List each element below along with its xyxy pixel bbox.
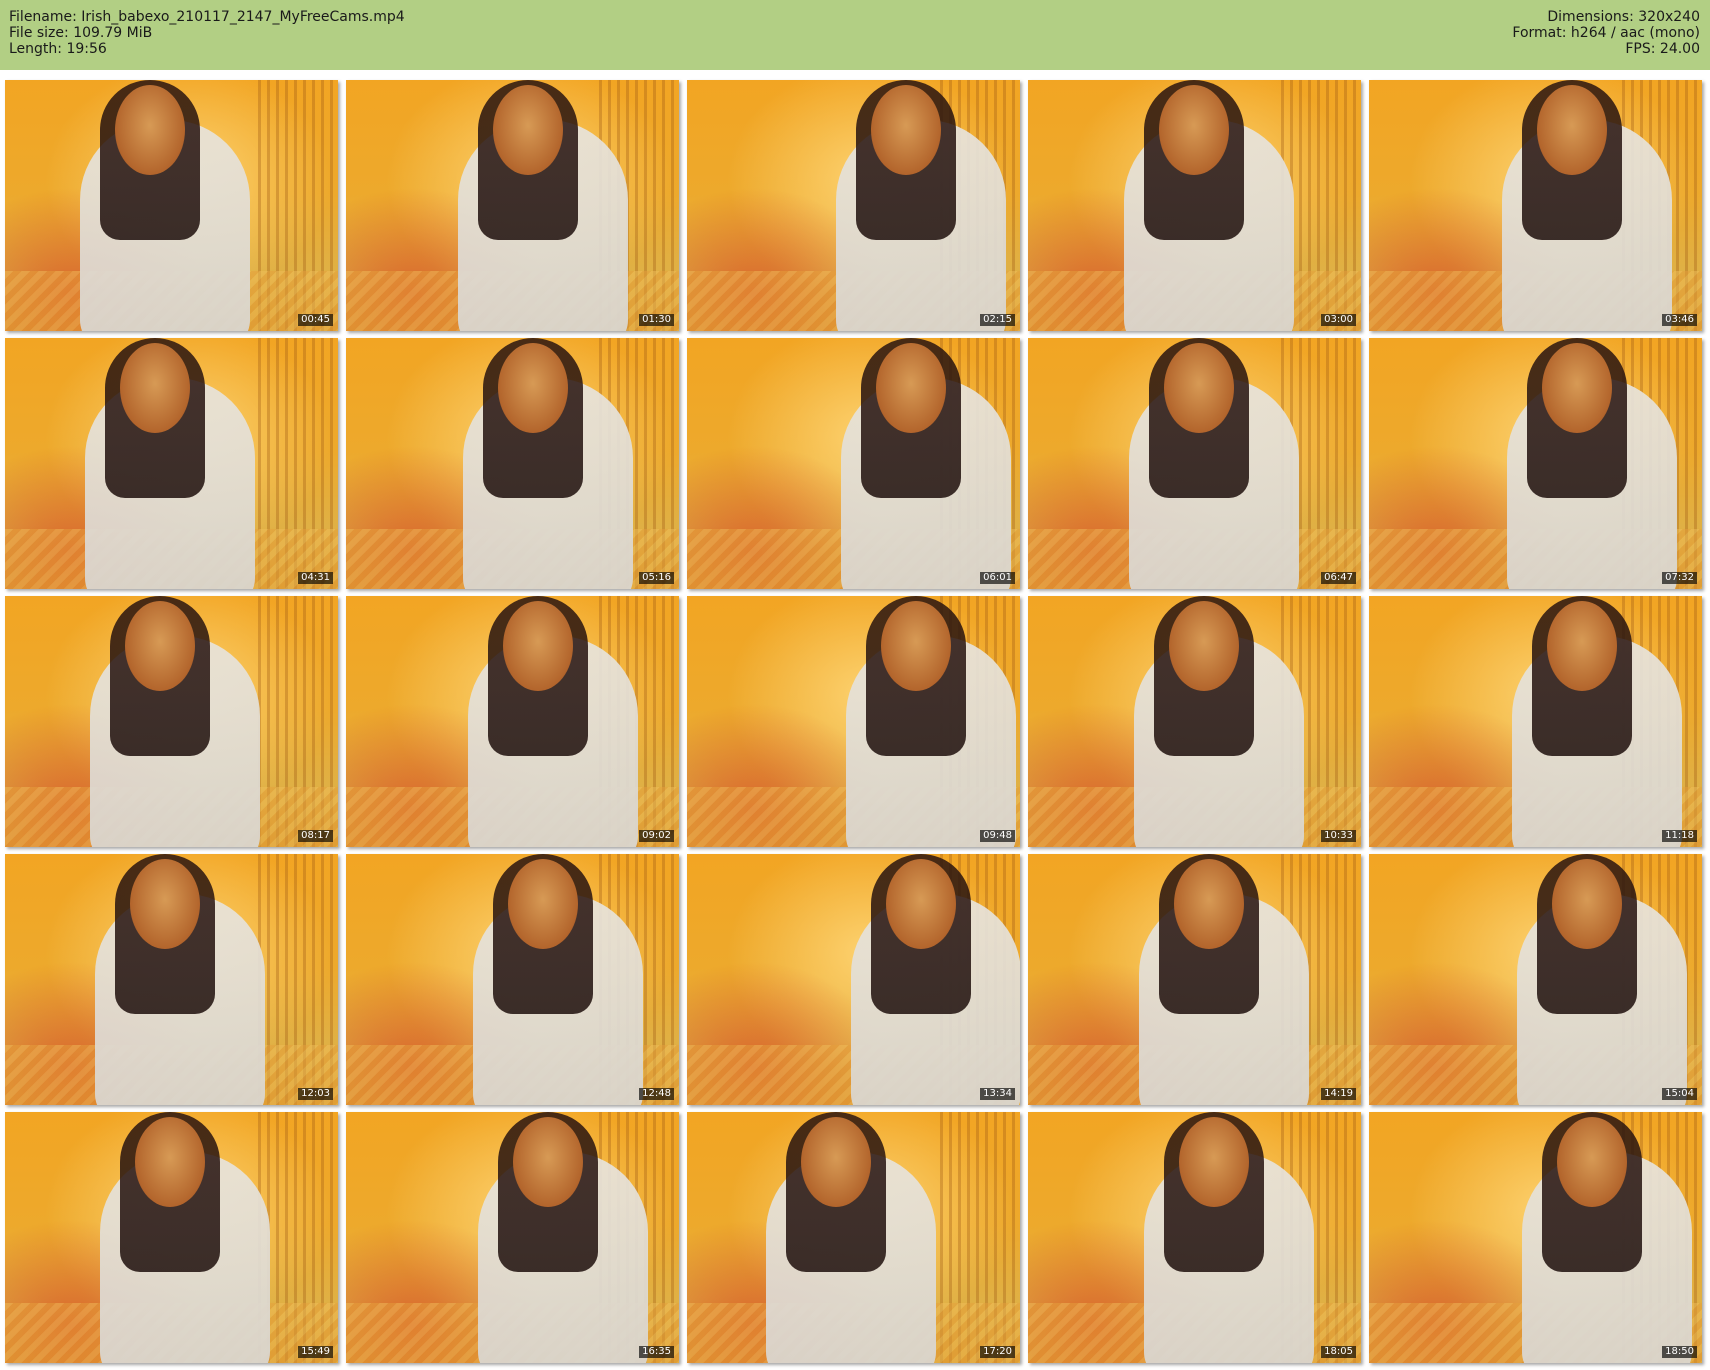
frame-timestamp: 03:00 — [1321, 314, 1356, 326]
person-face — [886, 859, 956, 949]
person-face — [130, 859, 200, 949]
person-face — [801, 1117, 871, 1207]
video-frame-thumbnail: 15:04 — [1369, 854, 1702, 1105]
frame-timestamp: 12:48 — [639, 1088, 674, 1100]
video-frame-thumbnail: 04:31 — [5, 338, 338, 589]
frame-timestamp: 06:01 — [980, 572, 1015, 584]
person-face — [115, 85, 185, 175]
video-frame-thumbnail: 09:02 — [346, 596, 679, 847]
frame-timestamp: 11:18 — [1662, 830, 1697, 842]
person-face — [120, 343, 190, 433]
format-text: Format: h264 / aac (mono) — [1512, 25, 1700, 41]
video-frame-thumbnail: 12:03 — [5, 854, 338, 1105]
video-frame-thumbnail: 17:20 — [687, 1112, 1020, 1363]
person-face — [1164, 343, 1234, 433]
video-frame-thumbnail: 11:18 — [1369, 596, 1702, 847]
thumbnail-grid: 00:45 01:30 02:15 03:00 03:46 04:31 05:16 06:01… — [5, 80, 1702, 1363]
metadata-header: Filename: Irish_babexo_210117_2147_MyFre… — [0, 0, 1710, 70]
person-face — [871, 85, 941, 175]
frame-timestamp: 03:46 — [1662, 314, 1697, 326]
file-info-right: Dimensions: 320x240 Format: h264 / aac (… — [1512, 9, 1700, 57]
video-frame-thumbnail: 13:34 — [687, 854, 1020, 1105]
frame-timestamp: 00:45 — [298, 314, 333, 326]
person-face — [135, 1117, 205, 1207]
person-face — [1557, 1117, 1627, 1207]
frame-timestamp: 09:02 — [639, 830, 674, 842]
frame-timestamp: 15:49 — [298, 1346, 333, 1358]
frame-timestamp: 06:47 — [1321, 572, 1356, 584]
frame-timestamp: 01:30 — [639, 314, 674, 326]
video-frame-thumbnail: 15:49 — [5, 1112, 338, 1363]
frame-timestamp: 18:50 — [1662, 1346, 1697, 1358]
video-frame-thumbnail: 12:48 — [346, 854, 679, 1105]
person-face — [1179, 1117, 1249, 1207]
video-frame-thumbnail: 01:30 — [346, 80, 679, 331]
frame-timestamp: 04:31 — [298, 572, 333, 584]
video-frame-thumbnail: 10:33 — [1028, 596, 1361, 847]
person-face — [1542, 343, 1612, 433]
person-face — [1547, 601, 1617, 691]
person-face — [881, 601, 951, 691]
frame-timestamp: 14:19 — [1321, 1088, 1356, 1100]
frame-timestamp: 09:48 — [980, 830, 1015, 842]
video-frame-thumbnail: 06:01 — [687, 338, 1020, 589]
video-frame-thumbnail: 05:16 — [346, 338, 679, 589]
file-info-left: Filename: Irish_babexo_210117_2147_MyFre… — [9, 9, 405, 57]
filename-text: Filename: Irish_babexo_210117_2147_MyFre… — [9, 9, 405, 25]
person-face — [1552, 859, 1622, 949]
person-face — [493, 85, 563, 175]
frame-timestamp: 12:03 — [298, 1088, 333, 1100]
video-frame-thumbnail: 18:50 — [1369, 1112, 1702, 1363]
fps-text: FPS: 24.00 — [1625, 41, 1700, 57]
frame-timestamp: 05:16 — [639, 572, 674, 584]
person-face — [503, 601, 573, 691]
person-face — [1537, 85, 1607, 175]
frame-timestamp: 07:32 — [1662, 572, 1697, 584]
person-face — [498, 343, 568, 433]
frame-timestamp: 13:34 — [980, 1088, 1015, 1100]
filesize-text: File size: 109.79 MiB — [9, 25, 153, 41]
video-frame-thumbnail: 02:15 — [687, 80, 1020, 331]
frame-timestamp: 02:15 — [980, 314, 1015, 326]
frame-timestamp: 18:05 — [1321, 1346, 1356, 1358]
video-frame-thumbnail: 03:00 — [1028, 80, 1361, 331]
video-frame-thumbnail: 18:05 — [1028, 1112, 1361, 1363]
person-face — [508, 859, 578, 949]
person-face — [1174, 859, 1244, 949]
person-face — [1159, 85, 1229, 175]
frame-timestamp: 16:35 — [639, 1346, 674, 1358]
video-frame-thumbnail: 14:19 — [1028, 854, 1361, 1105]
length-text: Length: 19:56 — [9, 41, 107, 57]
person-face — [1169, 601, 1239, 691]
frame-timestamp: 15:04 — [1662, 1088, 1697, 1100]
video-frame-thumbnail: 09:48 — [687, 596, 1020, 847]
frame-timestamp: 17:20 — [980, 1346, 1015, 1358]
video-frame-thumbnail: 06:47 — [1028, 338, 1361, 589]
video-frame-thumbnail: 07:32 — [1369, 338, 1702, 589]
dimensions-text: Dimensions: 320x240 — [1547, 9, 1700, 25]
video-frame-thumbnail: 03:46 — [1369, 80, 1702, 331]
person-face — [876, 343, 946, 433]
frame-timestamp: 10:33 — [1321, 830, 1356, 842]
person-face — [513, 1117, 583, 1207]
frame-timestamp: 08:17 — [298, 830, 333, 842]
person-face — [125, 601, 195, 691]
video-frame-thumbnail: 16:35 — [346, 1112, 679, 1363]
video-frame-thumbnail: 08:17 — [5, 596, 338, 847]
video-frame-thumbnail: 00:45 — [5, 80, 338, 331]
